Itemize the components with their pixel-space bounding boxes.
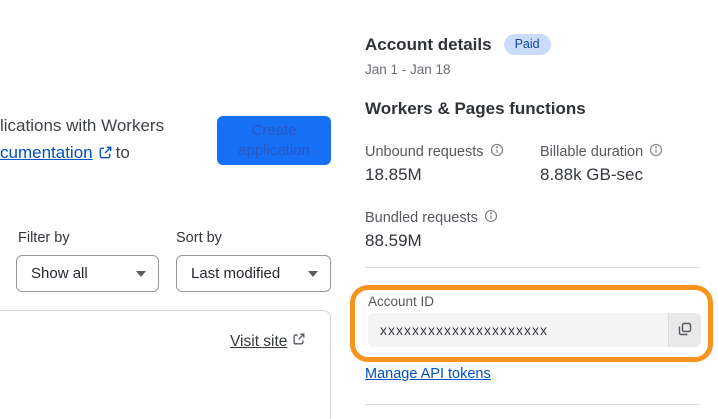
account-details-title: Account details [365,34,492,54]
stat-label-unbound: Unbound requests [365,143,504,161]
filter-dropdown[interactable]: Show all [16,255,159,292]
account-id-row [368,313,701,347]
info-icon[interactable] [490,143,504,161]
documentation-link[interactable]: cumentation [0,143,93,162]
stat-label-billable: Billable duration [540,143,663,161]
info-icon[interactable] [484,209,498,227]
stat-value-bundled: 88.59M [365,231,422,250]
visit-site-label: Visit site [230,332,288,350]
stat-label-text: Billable duration [540,144,644,160]
sort-by-label: Sort by [176,230,222,246]
divider [365,267,700,268]
stat-label-text: Unbound requests [365,144,484,160]
sort-dropdown-value: Last modified [191,265,281,282]
stat-value-unbound: 18.85M [365,165,422,184]
filter-dropdown-value: Show all [31,265,88,282]
intro-line-2: cumentation to [0,139,164,168]
date-range: Jan 1 - Jan 18 [365,62,451,77]
copy-button[interactable] [668,313,701,347]
intro-after-link: to [115,143,130,162]
account-id-input[interactable] [368,313,668,347]
sort-dropdown[interactable]: Last modified [176,255,331,292]
plan-badge: Paid [503,34,551,55]
account-id-label: Account ID [368,294,435,309]
external-link-icon [98,141,113,168]
project-card [0,310,331,419]
filter-by-label: Filter by [18,230,70,246]
workers-pages-dashboard: lications with Workers cumentation to Cre… [0,0,718,419]
intro-text: lications with Workers cumentation to [0,112,164,168]
manage-api-tokens-link[interactable]: Manage API tokens [365,366,491,382]
functions-section-title: Workers & Pages functions [365,99,586,118]
copy-icon [677,321,693,340]
info-icon[interactable] [649,143,663,161]
account-details-header: Account details Paid [365,34,551,55]
create-application-button[interactable]: Create application [217,116,331,165]
chevron-down-icon [308,270,318,277]
stat-label-text: Bundled requests [365,210,478,226]
visit-site-link[interactable]: Visit site [230,332,309,351]
stat-label-bundled: Bundled requests [365,209,498,227]
intro-line-1: lications with Workers [0,116,165,135]
chevron-down-icon [136,270,146,277]
divider [365,404,700,405]
stat-value-billable: 8.88k GB-sec [540,165,643,184]
external-link-icon [292,332,306,351]
